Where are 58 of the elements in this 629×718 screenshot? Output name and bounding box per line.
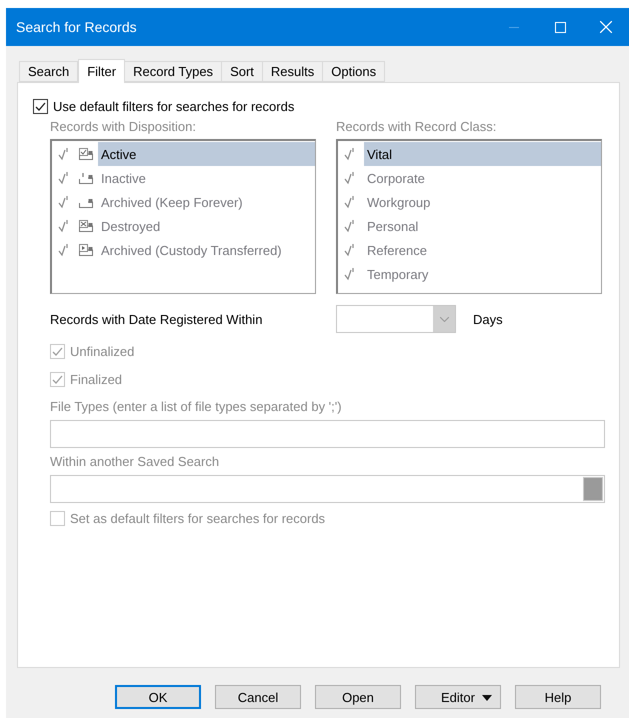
dialog-button[interactable]: Open bbox=[315, 685, 401, 709]
check-mark-icon[interactable] bbox=[58, 147, 70, 161]
list-item[interactable]: Personal bbox=[364, 214, 601, 238]
tab[interactable]: Record Types bbox=[124, 61, 222, 82]
dialog-button[interactable]: Editor bbox=[415, 685, 501, 709]
list-item[interactable]: Destroyed bbox=[98, 214, 315, 238]
check-mark-icon[interactable] bbox=[344, 147, 356, 161]
tab[interactable]: Results bbox=[262, 61, 324, 82]
list-item[interactable]: Corporate bbox=[364, 166, 601, 190]
field-label: Within another Saved Search bbox=[50, 454, 220, 469]
check-mark-icon[interactable] bbox=[344, 195, 356, 209]
list-label: Records with Disposition: bbox=[50, 119, 197, 134]
record-icon bbox=[78, 219, 94, 233]
caret-icon bbox=[482, 695, 492, 701]
checkbox-label: Finalized bbox=[70, 372, 122, 386]
saved-search-field[interactable] bbox=[50, 475, 605, 503]
record-icon bbox=[78, 171, 94, 185]
dialog-button[interactable]: Cancel bbox=[215, 685, 301, 709]
chevron-down-icon bbox=[440, 316, 448, 322]
dialog-button[interactable]: OK bbox=[115, 685, 201, 709]
check-mark-icon[interactable] bbox=[58, 219, 70, 233]
check-mark-icon[interactable] bbox=[344, 243, 356, 257]
check-mark-icon[interactable] bbox=[344, 171, 356, 185]
close-icon[interactable] bbox=[600, 21, 612, 33]
tab[interactable]: Options bbox=[322, 61, 386, 82]
checkbox-label: Use default filters for searches for records bbox=[53, 98, 294, 114]
record-icon bbox=[78, 243, 94, 257]
tab[interactable]: Sort bbox=[221, 61, 263, 82]
dialog-button[interactable]: Help bbox=[515, 685, 601, 709]
list-item[interactable]: Active bbox=[98, 142, 315, 166]
checkbox-label: Set as default filters for searches for records bbox=[70, 510, 326, 526]
list-item[interactable]: Vital bbox=[364, 142, 601, 166]
list-item[interactable]: Archived (Keep Forever) bbox=[98, 190, 315, 214]
check-mark-icon[interactable] bbox=[344, 267, 356, 281]
window-title: Search for Records bbox=[16, 19, 138, 35]
check-icon bbox=[52, 346, 63, 356]
maximize-icon[interactable] bbox=[554, 22, 566, 32]
list-item[interactable]: Archived (Custody Transferred) bbox=[98, 238, 315, 262]
list-item[interactable]: Workgroup bbox=[364, 190, 601, 214]
list-item[interactable]: Inactive bbox=[98, 166, 315, 190]
check-mark-icon[interactable] bbox=[344, 219, 356, 233]
list-item[interactable]: Temporary bbox=[364, 262, 601, 286]
file-types-field[interactable] bbox=[50, 420, 605, 448]
check-mark-icon[interactable] bbox=[58, 171, 70, 185]
check-icon bbox=[52, 374, 63, 384]
check-icon bbox=[35, 100, 46, 112]
checkbox[interactable] bbox=[33, 98, 48, 114]
field-label: Records with Date Registered Within bbox=[50, 312, 264, 326]
record-icon bbox=[78, 147, 94, 161]
tab[interactable]: Filter bbox=[78, 59, 126, 83]
tab[interactable]: Search bbox=[19, 61, 78, 82]
list-label: Records with Record Class: bbox=[336, 119, 498, 134]
checkbox-label: Unfinalized bbox=[70, 344, 134, 358]
check-mark-icon[interactable] bbox=[58, 243, 70, 257]
field-label: File Types (enter a list of file types separated by ';') bbox=[50, 399, 343, 414]
list-item[interactable]: Reference bbox=[364, 238, 601, 262]
check-mark-icon[interactable] bbox=[58, 195, 70, 209]
unit-label: Days bbox=[473, 312, 503, 326]
